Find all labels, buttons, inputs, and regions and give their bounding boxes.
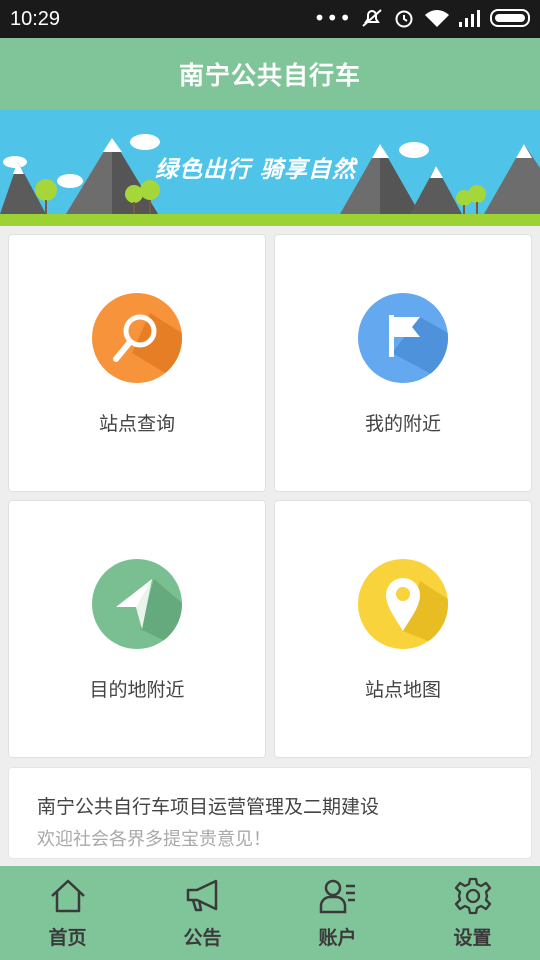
- tab-label: 首页: [48, 927, 87, 949]
- station-map-card[interactable]: 站点地图: [274, 500, 532, 758]
- flag-icon: [358, 293, 448, 383]
- wifi-icon: [425, 10, 449, 27]
- tab-label: 账户: [318, 927, 357, 949]
- search-icon: [92, 293, 182, 383]
- status-bar: 10:29 •••: [0, 0, 540, 38]
- tab-account[interactable]: 账户: [270, 866, 405, 960]
- tab-label: 公告: [183, 927, 222, 949]
- tab-settings[interactable]: 设置: [405, 866, 540, 960]
- alarm-icon: [395, 10, 413, 28]
- card-label: 我的附近: [364, 413, 441, 435]
- bottom-tab-bar: 首页 公告 账户 设置: [0, 866, 540, 960]
- megaphone-icon: [186, 879, 217, 912]
- home-icon: [50, 879, 85, 913]
- banner: 绿色出行 骑享自然: [0, 110, 540, 226]
- notice-subtitle: 欢迎社会各界多提宝贵意见！: [37, 829, 271, 850]
- mute-icon: [362, 9, 382, 27]
- destination-nearby-card[interactable]: 目的地附近: [8, 500, 266, 758]
- navigation-arrow-icon: [92, 559, 182, 649]
- card-label: 站点地图: [364, 679, 441, 701]
- status-time: 10:29: [10, 8, 61, 30]
- tab-announcement[interactable]: 公告: [135, 866, 270, 960]
- card-label: 目的地附近: [89, 679, 185, 701]
- status-icons: •••: [314, 6, 532, 30]
- card-label: 站点查询: [98, 413, 175, 435]
- station-search-card[interactable]: 站点查询: [8, 234, 266, 492]
- settings-gear-icon: [454, 877, 491, 915]
- account-icon: [319, 879, 355, 914]
- notice-title: 南宁公共自行车项目运营管理及二期建设: [37, 796, 380, 818]
- battery-icon: [490, 9, 530, 27]
- page-title: 南宁公共自行车: [178, 61, 361, 90]
- notice-card[interactable]: 南宁公共自行车项目运营管理及二期建设 欢迎社会各界多提宝贵意见！: [8, 767, 532, 859]
- map-pin-icon: [358, 559, 448, 649]
- tab-label: 设置: [453, 927, 492, 949]
- signal-icon: [459, 10, 480, 27]
- more-dots-icon: •••: [313, 6, 352, 30]
- app-header: 南宁公共自行车: [0, 38, 540, 110]
- nearby-card[interactable]: 我的附近: [274, 234, 532, 492]
- banner-slogan: 绿色出行 骑享自然: [155, 157, 357, 183]
- tab-home[interactable]: 首页: [0, 866, 135, 960]
